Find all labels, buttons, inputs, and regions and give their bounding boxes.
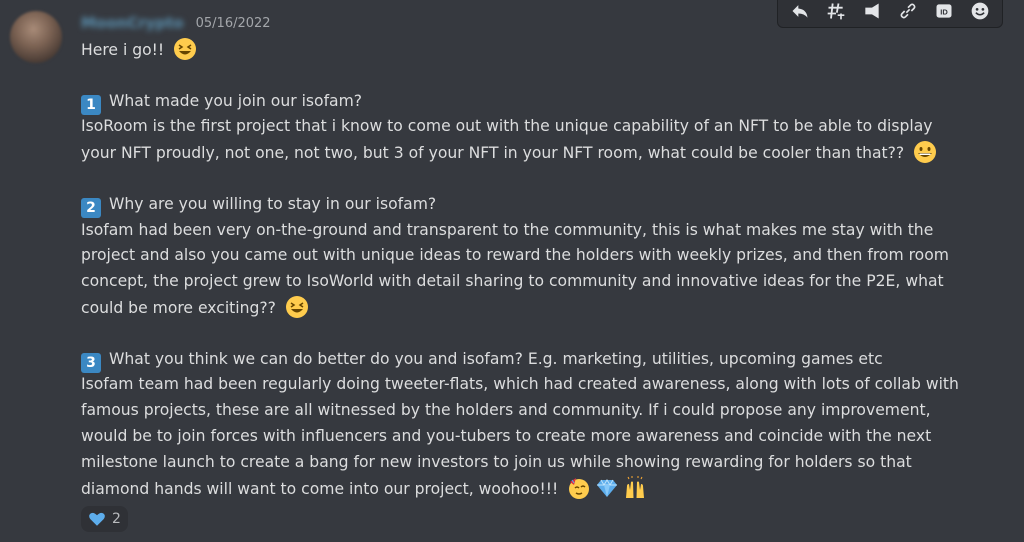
reaction-count: 2 <box>112 511 121 527</box>
answer-line: IsoRoom is the first project that i know… <box>81 117 933 136</box>
answer-line: concept, the project grew to IsoWorld wi… <box>81 272 944 291</box>
answer-line: project and also you came out with uniqu… <box>81 246 949 265</box>
message-toolbar: ID <box>777 0 1003 28</box>
chat-message: MoonCrypto 05/16/2022 Here i go!! 1 What … <box>0 0 1024 542</box>
raising-hands-emoji-icon <box>623 475 647 500</box>
laughing-emoji-icon <box>285 295 309 319</box>
message-header: MoonCrypto 05/16/2022 <box>81 11 271 35</box>
question-text: Why are you willing to stay in our isofa… <box>109 194 437 213</box>
copy-id-icon[interactable]: ID <box>930 0 958 25</box>
timestamp: 05/16/2022 <box>195 15 271 31</box>
answer-text: diamond hands will want to come into our… <box>81 479 559 498</box>
answer-line: your NFT proudly, not one, not two, but … <box>81 140 981 166</box>
blue-heart-icon <box>88 510 106 528</box>
partying-face-emoji-icon <box>567 476 591 500</box>
answer-line: would be to join forces with influencers… <box>81 426 932 445</box>
intro-line: Here i go!! <box>81 37 981 63</box>
reply-icon[interactable] <box>786 0 814 25</box>
add-reaction-icon[interactable] <box>966 0 994 25</box>
intro-text: Here i go!! <box>81 41 165 59</box>
question-text: What you think we can do better do you a… <box>109 349 883 368</box>
thread-icon[interactable] <box>822 0 850 25</box>
question-text: What made you join our isofam? <box>109 91 363 110</box>
gem-emoji-icon <box>595 476 619 500</box>
question-line: 3 What you think we can do better do you … <box>81 347 981 373</box>
keycap-one-icon: 1 <box>81 94 101 115</box>
grinning-emoji-icon <box>913 140 937 164</box>
answer-line: famous projects, these are all witnessed… <box>81 401 931 420</box>
question-line: 2 Why are you willing to stay in our isof… <box>81 192 981 218</box>
answer-line: could be more exciting?? <box>81 295 981 321</box>
answer-line: milestone launch to create a bang for ne… <box>81 452 912 471</box>
question-line: 1 What made you join our isofam? <box>81 89 981 115</box>
answer-line: diamond hands will want to come into our… <box>81 475 981 502</box>
answer-line: Isofam team had been regularly doing twe… <box>81 375 959 394</box>
answer-text: could be more exciting?? <box>81 298 276 317</box>
laughing-emoji-icon <box>173 37 197 61</box>
keycap-three-icon: 3 <box>81 352 101 373</box>
answer-text: your NFT proudly, not one, not two, but … <box>81 144 905 163</box>
pin-icon[interactable] <box>858 0 886 25</box>
username[interactable]: MoonCrypto <box>81 14 184 32</box>
link-icon[interactable] <box>894 0 922 25</box>
message-body: Here i go!! 1 What made you join our isof… <box>81 37 981 501</box>
avatar[interactable] <box>10 11 62 63</box>
copy-id-label: ID <box>940 7 948 16</box>
reaction-chip[interactable]: 2 <box>81 506 128 532</box>
keycap-two-icon: 2 <box>81 197 101 218</box>
answer-line: Isofam had been very on-the-ground and t… <box>81 220 934 239</box>
